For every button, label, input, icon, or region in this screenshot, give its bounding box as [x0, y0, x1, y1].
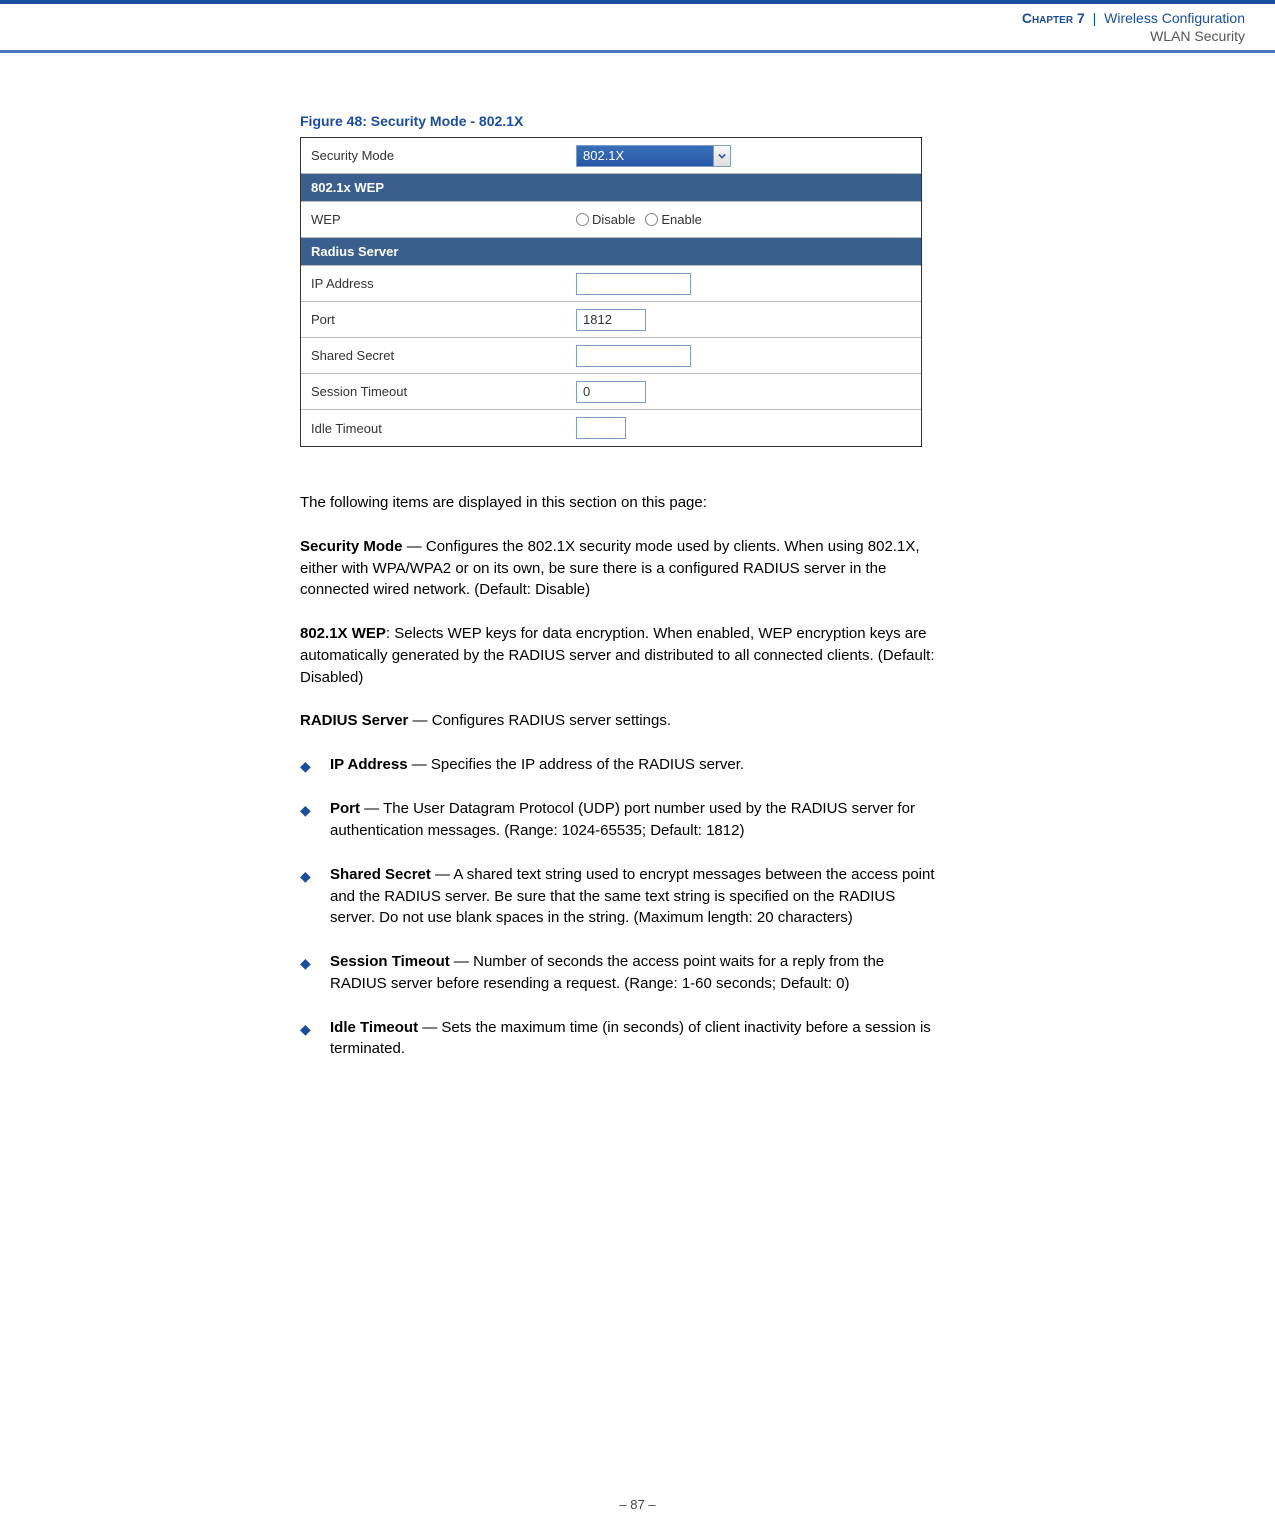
ip-address-input[interactable] — [576, 273, 691, 295]
radius-paragraph: RADIUS Server — Configures RADIUS server… — [300, 710, 935, 732]
wep-desc: Selects WEP keys for data encryption. Wh… — [300, 625, 935, 686]
diamond-bullet-icon: ◆ — [300, 754, 330, 776]
body-text: The following items are displayed in thi… — [300, 492, 935, 1060]
ip-address-label: IP Address — [301, 276, 521, 291]
page-header: Chapter 7 | Wireless Configuration WLAN … — [0, 4, 1275, 53]
list-item: ◆ Shared Secret — A shared text string u… — [300, 864, 935, 929]
wep-disable-radio[interactable] — [576, 213, 589, 226]
wep-label: WEP — [301, 212, 521, 227]
wep-paragraph: 802.1X WEP: Selects WEP keys for data en… — [300, 623, 935, 688]
list-item: ◆ Port — The User Datagram Protocol (UDP… — [300, 798, 935, 842]
diamond-bullet-icon: ◆ — [300, 951, 330, 995]
chapter-line: Chapter 7 | Wireless Configuration — [0, 10, 1245, 26]
radius-desc: Configures RADIUS server settings. — [432, 712, 671, 729]
screenshot-panel: Security Mode 802.1X 802.1x WEP WEP Disa… — [300, 137, 922, 447]
list-item: ◆ IP Address — Specifies the IP address … — [300, 754, 935, 776]
diamond-bullet-icon: ◆ — [300, 864, 330, 929]
session-timeout-input[interactable]: 0 — [576, 381, 646, 403]
radius-section-header: Radius Server — [301, 238, 921, 266]
figure-caption: Figure 48: Security Mode - 802.1X — [300, 113, 930, 129]
chapter-number: Chapter 7 — [1022, 10, 1085, 26]
page-footer: – 87 – — [0, 1497, 1275, 1512]
chapter-separator: | — [1093, 10, 1097, 26]
chevron-down-icon — [713, 145, 731, 167]
session-timeout-label: Session Timeout — [301, 384, 521, 399]
wep-term: 802.1X WEP — [300, 625, 386, 642]
security-mode-value: 802.1X — [583, 148, 624, 163]
shared-secret-label: Shared Secret — [301, 348, 521, 363]
session-timeout-value: 0 — [583, 384, 590, 399]
security-mode-label: Security Mode — [301, 148, 521, 163]
radius-term: RADIUS Server — [300, 712, 408, 729]
idle-timeout-label: Idle Timeout — [301, 421, 521, 436]
security-mode-dropdown[interactable]: 802.1X — [576, 145, 731, 167]
section-subtitle: WLAN Security — [0, 28, 1245, 44]
wep-enable-label: Enable — [661, 212, 701, 227]
port-input[interactable]: 1812 — [576, 309, 646, 331]
bullet-list: ◆ IP Address — Specifies the IP address … — [300, 754, 935, 1060]
diamond-bullet-icon: ◆ — [300, 1017, 330, 1061]
wep-enable-radio[interactable] — [645, 213, 658, 226]
list-item: ◆ Idle Timeout — Sets the maximum time (… — [300, 1017, 935, 1061]
port-label: Port — [301, 312, 521, 327]
chapter-title: Wireless Configuration — [1104, 10, 1245, 26]
list-item: ◆ Session Timeout — Number of seconds th… — [300, 951, 935, 995]
port-value: 1812 — [583, 312, 612, 327]
security-mode-paragraph: Security Mode — Configures the 802.1X se… — [300, 536, 935, 601]
security-mode-term: Security Mode — [300, 538, 403, 555]
shared-secret-input[interactable] — [576, 345, 691, 367]
intro-text: The following items are displayed in thi… — [300, 492, 935, 514]
diamond-bullet-icon: ◆ — [300, 798, 330, 842]
idle-timeout-input[interactable] — [576, 417, 626, 439]
wep-section-header: 802.1x WEP — [301, 174, 921, 202]
wep-disable-label: Disable — [592, 212, 635, 227]
page-number: – 87 – — [619, 1497, 655, 1512]
